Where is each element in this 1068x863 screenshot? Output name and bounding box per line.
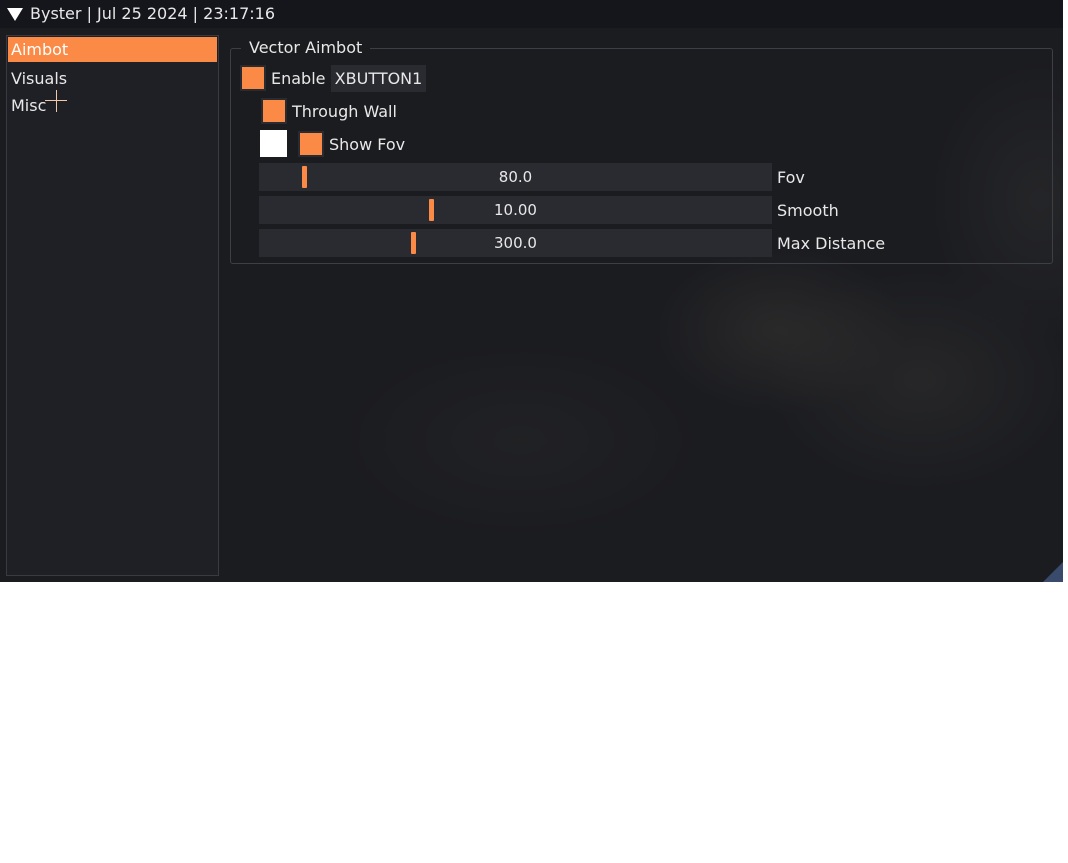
max-distance-slider-label: Max Distance (777, 234, 886, 253)
background-corner (1043, 562, 1063, 582)
title-bar[interactable]: Byster | Jul 25 2024 | 23:17:16 (0, 0, 1063, 28)
through-wall-label: Through Wall (292, 102, 397, 121)
sidebar-item-misc[interactable]: Misc (8, 93, 217, 118)
sidebar-item-visuals[interactable]: Visuals (8, 66, 217, 91)
enable-label: Enable (271, 69, 326, 88)
app-window: Byster | Jul 25 2024 | 23:17:16 Aimbot V… (0, 0, 1063, 582)
through-wall-checkbox[interactable] (261, 98, 287, 124)
enable-checkbox[interactable] (240, 65, 266, 91)
slider-grab[interactable] (302, 166, 307, 188)
slider-grab[interactable] (411, 232, 416, 254)
show-fov-checkbox[interactable] (298, 131, 324, 157)
checkbox-check-fill (263, 100, 285, 122)
group-title: Vector Aimbot (241, 38, 371, 58)
max-distance-slider[interactable]: 300.0 (259, 229, 772, 257)
smooth-slider[interactable]: 10.00 (259, 196, 772, 224)
fov-slider-label: Fov (777, 168, 805, 187)
collapse-arrow-icon[interactable] (7, 8, 23, 21)
slider-value: 10.00 (494, 201, 537, 219)
checkbox-check-fill (300, 133, 322, 155)
show-fov-label: Show Fov (329, 135, 406, 154)
fov-slider[interactable]: 80.0 (259, 163, 772, 191)
keybind-button[interactable]: XBUTTON1 (331, 65, 426, 92)
window-title: Byster | Jul 25 2024 | 23:17:16 (30, 4, 276, 23)
slider-value: 80.0 (498, 168, 533, 186)
sidebar-item-aimbot[interactable]: Aimbot (8, 37, 217, 62)
sidebar: Aimbot Visuals Misc (6, 35, 219, 576)
crosshair-cursor-icon (45, 90, 67, 112)
fov-color-picker[interactable] (260, 130, 287, 157)
smooth-slider-label: Smooth (777, 201, 839, 220)
slider-value: 300.0 (494, 234, 537, 252)
checkbox-check-fill (242, 67, 264, 89)
slider-grab[interactable] (429, 199, 434, 221)
